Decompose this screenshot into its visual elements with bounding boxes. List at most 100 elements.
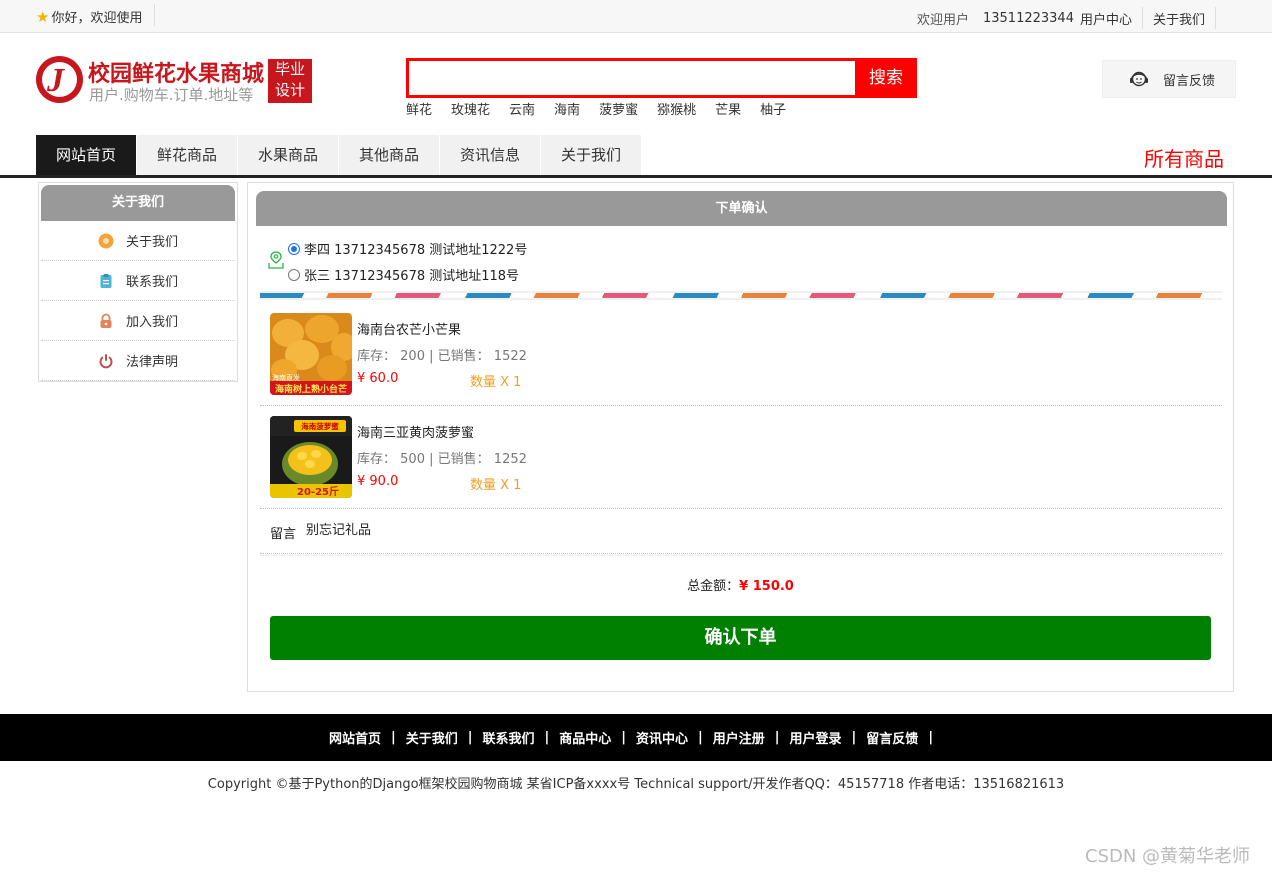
footer-separator: | <box>928 730 934 745</box>
hot-word-link[interactable]: 芒果 <box>715 99 741 118</box>
footer-link[interactable]: 网站首页 <box>329 728 381 747</box>
nav-divider <box>0 175 1272 178</box>
order-item: 海南直发 海南树上熟小台芒 海南台农芒小芒果 库存： 200 | 已销售： 15… <box>270 313 1210 403</box>
user-center-link[interactable]: 用户中心 <box>1080 9 1132 28</box>
footer-separator: | <box>544 730 550 745</box>
info-circle-icon <box>98 233 114 248</box>
welcome-user-text: 欢迎用户 <box>916 12 969 28</box>
svg-text:海南树上熟小台芒: 海南树上熟小台芒 <box>275 383 347 395</box>
sidebar-item-label: 加入我们 <box>125 315 178 330</box>
hot-search-words: 鲜花 玫瑰花 云南 海南 菠萝蜜 猕猴桃 芒果 柚子 <box>406 99 805 118</box>
power-icon <box>99 353 113 368</box>
sidebar-item[interactable]: 法律声明 <box>41 341 235 381</box>
divider <box>260 405 1222 406</box>
product-name[interactable]: 海南三亚黄肉菠萝蜜 <box>357 422 474 441</box>
sidebar-item[interactable]: 加入我们 <box>41 301 235 341</box>
total-value: ¥ 150.0 <box>739 579 794 594</box>
location-pin-icon <box>268 251 284 269</box>
address-option[interactable]: 李四 13712345678 测试地址1222号 <box>288 239 527 258</box>
footer-nav: 网站首页 | 关于我们 | 联系我们 | 商品中心 | 资讯中心 | 用户注册 | 用户登录 | 留言反馈 | <box>0 714 1272 761</box>
order-item: 海南菠萝蜜 20-25斤 海南三亚黄肉菠萝蜜 库存： 500 | 已销售： 12… <box>270 416 1210 506</box>
nav-item[interactable]: 鲜花商品 <box>137 135 237 175</box>
footer-separator: | <box>698 730 703 745</box>
sidebar-item[interactable]: 关于我们 <box>41 221 235 261</box>
address-radio[interactable] <box>288 268 300 281</box>
message-label: 留言 <box>270 527 297 542</box>
footer-link[interactable]: 商品中心 <box>559 728 611 747</box>
customer-service-icon <box>1130 71 1148 87</box>
footer-separator: | <box>621 730 626 745</box>
search-input[interactable] <box>406 58 855 98</box>
nav-item[interactable]: 关于我们 <box>541 135 641 175</box>
site-logo[interactable]: J 校园鲜花水果商城 用户.购物车.订单.地址等 毕业 设计 <box>36 56 316 106</box>
hot-word-link[interactable]: 猕猴桃 <box>657 99 696 118</box>
footer-link[interactable]: 关于我们 <box>406 728 458 747</box>
hot-word-link[interactable]: 云南 <box>509 99 535 118</box>
message-input[interactable]: 别忘记礼品 <box>306 519 371 538</box>
address-text: 张三 13712345678 测试地址118号 <box>304 269 520 284</box>
hot-word-link[interactable]: 海南 <box>554 99 580 118</box>
svg-text:海南菠萝蜜: 海南菠萝蜜 <box>301 421 339 431</box>
product-name[interactable]: 海南台农芒小芒果 <box>357 319 461 338</box>
search-button[interactable]: 搜索 <box>855 58 917 98</box>
footer-separator: | <box>390 730 396 745</box>
product-stock: 库存： 200 | 已销售： 1522 <box>357 349 527 364</box>
all-goods-link[interactable]: 所有商品 <box>1144 143 1224 172</box>
order-total: 总金额：¥ 150.0 <box>248 575 1233 594</box>
feedback-label: 留言反馈 <box>1163 73 1216 89</box>
product-quantity: 数量 X 1 <box>470 375 522 390</box>
search-bar: 搜索 <box>406 58 917 98</box>
top-bar: ★ 你好，欢迎使用 欢迎用户 13511223344 用户中心 关于我们 <box>0 0 1272 33</box>
footer-link[interactable]: 用户登录 <box>790 728 842 747</box>
nav-item[interactable]: 网站首页 <box>36 135 136 175</box>
product-image[interactable]: 海南直发 海南树上熟小台芒 <box>270 313 352 395</box>
footer-separator: | <box>774 730 780 745</box>
product-price: ¥ 90.0 <box>357 474 399 489</box>
hot-word-link[interactable]: 柚子 <box>760 99 786 118</box>
divider <box>1141 7 1143 29</box>
hot-word-link[interactable]: 玫瑰花 <box>451 99 490 118</box>
copyright: Copyright ©基于Python的Django框架校园购物商城 某省ICP… <box>207 777 1065 792</box>
sidebar-item[interactable]: 联系我们 <box>41 261 235 301</box>
product-stock: 库存： 500 | 已销售： 1252 <box>357 452 527 467</box>
nav-item[interactable]: 水果商品 <box>238 135 338 175</box>
nav-item[interactable]: 其他商品 <box>339 135 439 175</box>
greeting-area: ★ 你好，欢迎使用 <box>36 4 155 26</box>
svg-text:海南直发: 海南直发 <box>272 373 300 382</box>
footer-separator: | <box>467 730 473 745</box>
nav-item[interactable]: 资讯信息 <box>440 135 540 175</box>
product-quantity: 数量 X 1 <box>470 478 522 493</box>
hot-word-link[interactable]: 菠萝蜜 <box>599 99 638 118</box>
sidebar-title: 关于我们 <box>41 185 235 221</box>
graduation-badge: 毕业 设计 <box>268 59 312 103</box>
total-label: 总金额： <box>687 579 740 594</box>
address-text: 李四 13712345678 测试地址1222号 <box>304 243 528 258</box>
footer-link[interactable]: 留言反馈 <box>866 728 918 747</box>
product-price: ¥ 60.0 <box>357 371 399 386</box>
divider <box>1215 7 1216 29</box>
greeting-text: 你好，欢迎使用 <box>51 11 143 26</box>
address-option[interactable]: 张三 13712345678 测试地址118号 <box>288 265 519 284</box>
star-icon: ★ <box>36 7 50 26</box>
sidebar-item-label: 联系我们 <box>125 275 178 290</box>
watermark: CSDN @黄菊华老师 <box>1085 846 1251 867</box>
confirm-order-button[interactable]: 确认下单 <box>270 616 1211 660</box>
footer-link[interactable]: 资讯中心 <box>636 728 688 747</box>
lock-icon <box>100 313 112 328</box>
divider <box>260 508 1222 509</box>
panel-title: 下单确认 <box>256 191 1227 226</box>
feedback-button[interactable]: 留言反馈 <box>1102 60 1236 98</box>
address-radio[interactable] <box>288 242 300 255</box>
sidebar-item-label: 法律声明 <box>125 355 178 370</box>
product-image[interactable]: 海南菠萝蜜 20-25斤 <box>270 416 352 498</box>
clipboard-icon <box>100 273 112 288</box>
hot-word-link[interactable]: 鲜花 <box>406 99 432 118</box>
site-subtitle: 用户.购物车.订单.地址等 <box>89 86 254 104</box>
about-link[interactable]: 关于我们 <box>1153 9 1205 28</box>
sidebar: 关于我们 关于我们联系我们加入我们法律声明 <box>38 182 238 382</box>
user-links: 欢迎用户 13511223344 用户中心 关于我们 <box>917 7 1226 29</box>
divider <box>260 553 1222 556</box>
footer-link[interactable]: 联系我们 <box>482 728 534 747</box>
sidebar-item-label: 关于我们 <box>125 235 178 250</box>
footer-link[interactable]: 用户注册 <box>713 728 765 747</box>
